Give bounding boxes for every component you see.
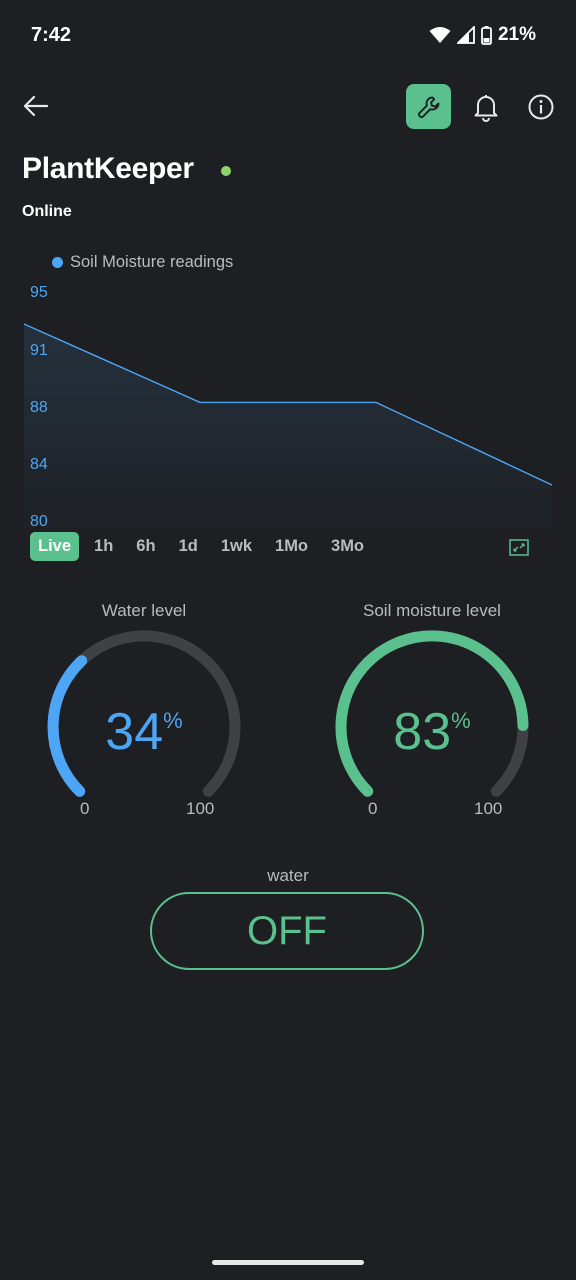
settings-button[interactable] (406, 84, 451, 129)
info-icon[interactable] (528, 94, 554, 120)
water-toggle-state: OFF (247, 908, 327, 953)
range-live[interactable]: Live (30, 531, 80, 561)
wrench-icon (417, 96, 439, 118)
water-level-min: 0 (80, 799, 90, 818)
device-title: PlantKeeper (22, 152, 194, 185)
back-arrow-icon[interactable] (20, 90, 52, 122)
legend-marker (52, 257, 63, 268)
chart-area (24, 324, 552, 528)
range-1mo[interactable]: 1Mo (267, 532, 316, 561)
soil-moisture-chart[interactable]: 9591888480 (23, 280, 553, 530)
battery-icon (481, 25, 492, 45)
soil-moisture-value: 83 (393, 703, 452, 761)
water-level-unit: % (163, 708, 183, 733)
chart-legend[interactable]: Soil Moisture readings (52, 253, 233, 272)
soil-moisture-max: 100 (474, 799, 503, 818)
status-icons: 21% (429, 24, 536, 46)
water-level-title: Water level (101, 601, 187, 620)
time-range-selector: Live 1h 6h 1d 1wk 1Mo 3Mo (30, 531, 379, 561)
water-control-label: water (267, 866, 309, 885)
range-3mo[interactable]: 3Mo (323, 532, 372, 561)
home-indicator[interactable] (212, 1260, 364, 1265)
range-1wk[interactable]: 1wk (213, 532, 260, 561)
wifi-icon (429, 27, 451, 43)
battery-percent: 21% (497, 24, 536, 45)
legend-label: Soil Moisture readings (70, 253, 234, 271)
range-1h[interactable]: 1h (86, 532, 121, 561)
soil-moisture-readout: 83% (332, 702, 532, 762)
soil-moisture-title: Soil moisture level (363, 601, 501, 620)
water-toggle-button[interactable]: OFF (150, 892, 424, 970)
device-status: Online (22, 203, 72, 220)
fullscreen-icon[interactable] (509, 539, 529, 556)
online-status-dot (221, 166, 231, 176)
water-level-max: 100 (186, 799, 215, 818)
bell-icon[interactable] (472, 92, 500, 122)
y-tick-label: 95 (30, 284, 48, 301)
range-6h[interactable]: 6h (128, 532, 163, 561)
signal-icon (456, 26, 475, 44)
range-1d[interactable]: 1d (171, 532, 206, 561)
water-level-value: 34 (105, 703, 164, 761)
soil-moisture-min: 0 (368, 799, 378, 818)
soil-moisture-unit: % (451, 708, 471, 733)
water-level-readout: 34% (44, 702, 244, 762)
status-time: 7:42 (31, 24, 72, 46)
